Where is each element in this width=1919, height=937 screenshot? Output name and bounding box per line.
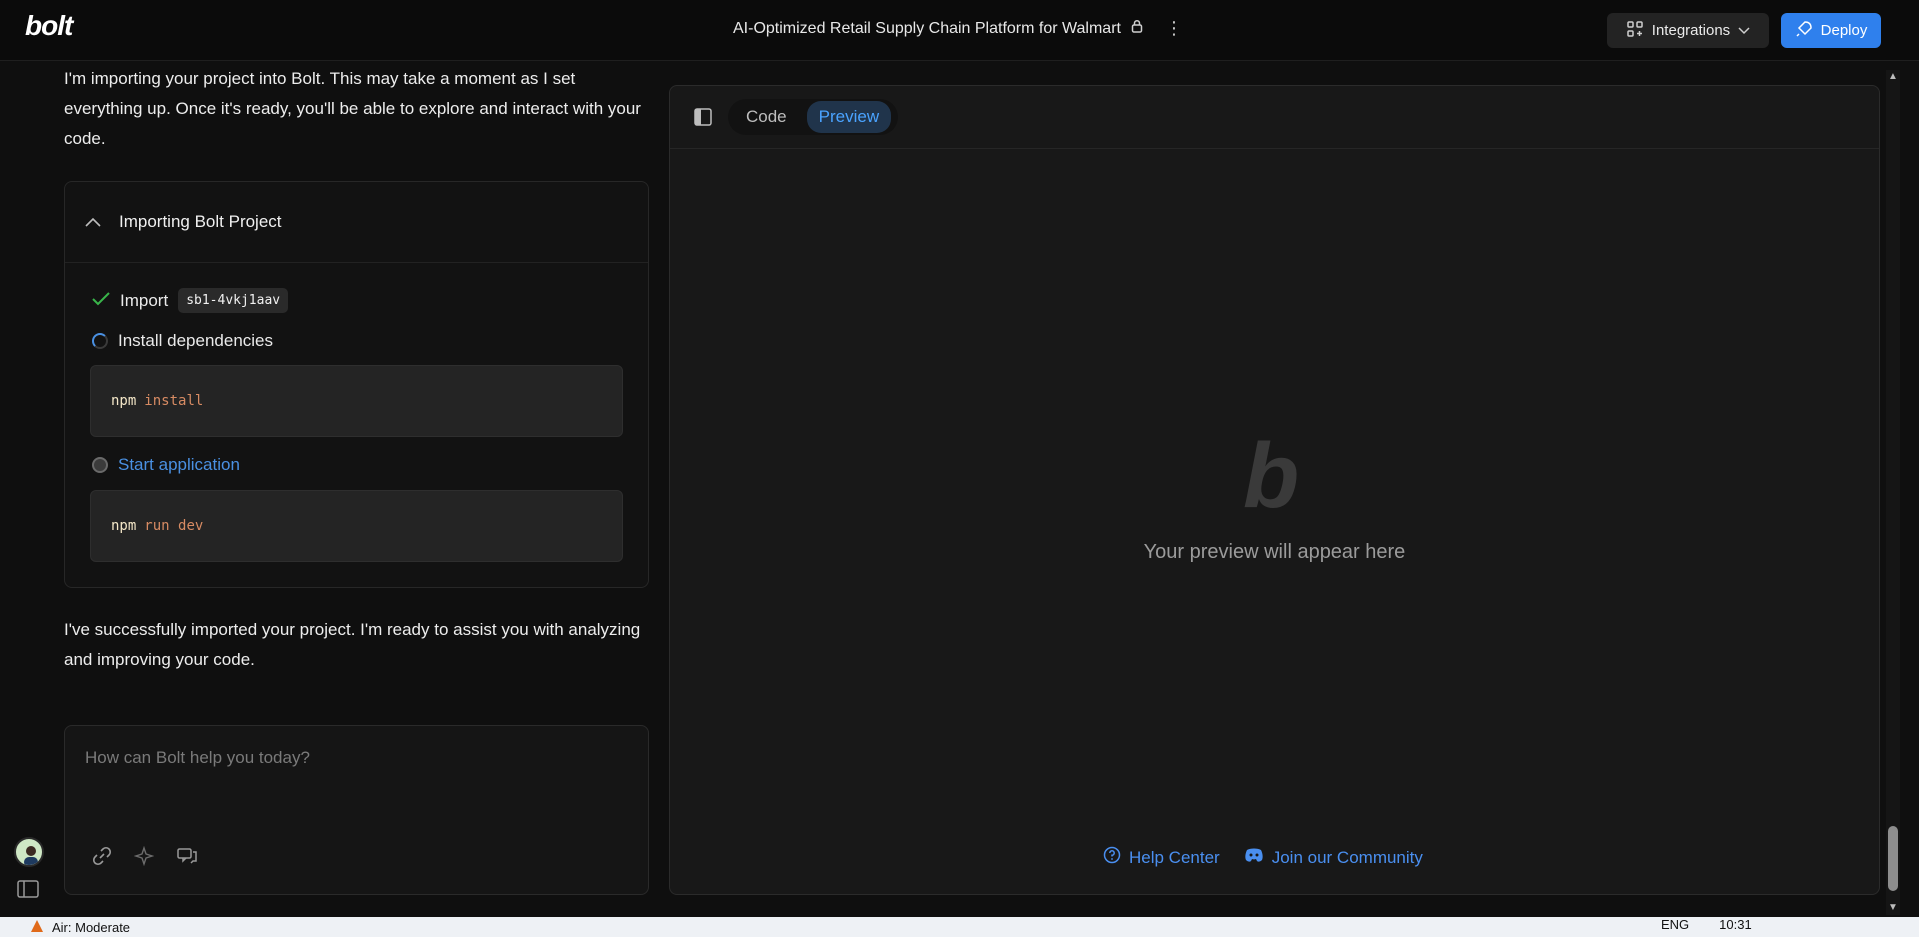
integrations-label: Integrations <box>1651 22 1731 39</box>
sparkle-icon[interactable] <box>133 845 155 867</box>
step-import: Import sb1-4vkj1aav <box>92 288 289 313</box>
weather-widget[interactable]: Air: Moderate <box>30 919 130 936</box>
step-label: Import <box>120 290 169 310</box>
weather-text: Air: Moderate <box>52 920 131 935</box>
loading-spinner-icon <box>92 333 108 349</box>
assistant-intro-message: I'm importing your project into Bolt. Th… <box>64 69 641 148</box>
deploy-label: Deploy <box>1820 22 1868 39</box>
panel-title: Importing Bolt Project <box>119 212 282 231</box>
command-name: npm <box>111 518 137 534</box>
chat-input-placeholder[interactable]: How can Bolt help you today? <box>85 748 310 768</box>
command-args: install <box>144 393 204 409</box>
top-bar: bolt AI-Optimized Retail Supply Chain Pl… <box>0 0 1919 61</box>
help-center-link[interactable]: Help Center <box>1103 846 1220 869</box>
pending-circle-icon <box>92 457 108 473</box>
project-id-badge: sb1-4vkj1aav <box>178 288 289 313</box>
command-block-install: npm install <box>90 365 623 437</box>
project-title-area[interactable]: AI-Optimized Retail Supply Chain Platfor… <box>733 19 1143 38</box>
community-label[interactable]: Join our Community <box>1272 848 1423 868</box>
help-center-label[interactable]: Help Center <box>1129 848 1220 868</box>
preview-placeholder-logo: b <box>1243 425 1300 527</box>
tab-preview[interactable]: Preview <box>806 101 892 133</box>
community-link[interactable]: Join our Community <box>1244 847 1423 868</box>
panel-header[interactable]: Importing Bolt Project <box>65 182 648 263</box>
scrollbar-thumb[interactable] <box>1888 826 1898 891</box>
project-title[interactable]: AI-Optimized Retail Supply Chain Platfor… <box>733 20 1121 38</box>
chat-input-box[interactable]: How can Bolt help you today? <box>64 725 649 895</box>
chevron-down-icon <box>1738 22 1750 39</box>
workbench-panel: Code Preview b Your preview will appear … <box>669 85 1880 895</box>
step-label: Install dependencies <box>118 331 274 350</box>
link-icon[interactable] <box>92 846 112 866</box>
command-args: run dev <box>144 518 204 534</box>
sidebar-toggle-icon[interactable] <box>17 880 39 898</box>
vertical-scrollbar[interactable]: ▲ ▼ <box>1886 70 1900 915</box>
footer-links: Help Center Join our Community <box>1103 846 1423 869</box>
assistant-outro-message: I've successfully imported your project.… <box>64 620 641 669</box>
command-name: npm <box>111 393 137 409</box>
panel-toggle-icon[interactable] <box>694 108 712 126</box>
tab-code[interactable]: Code <box>734 101 799 133</box>
chevron-up-icon[interactable] <box>85 212 101 232</box>
language-indicator[interactable]: ENG <box>1661 917 1689 932</box>
deploy-button[interactable]: Deploy <box>1781 13 1881 48</box>
discord-icon <box>1244 847 1264 868</box>
workbench-toolbar: Code Preview <box>670 86 1879 149</box>
user-avatar[interactable] <box>14 837 44 867</box>
weather-icon <box>30 919 44 936</box>
step-install-dependencies: Install dependencies <box>92 331 273 351</box>
help-circle-icon <box>1103 846 1121 869</box>
integrations-icon <box>1626 20 1644 42</box>
preview-placeholder-text: Your preview will appear here <box>1143 541 1406 563</box>
command-block-start: npm run dev <box>90 490 623 562</box>
lock-icon <box>1131 19 1143 38</box>
import-progress-panel: Importing Bolt Project Import sb1-4vkj1a… <box>64 181 649 588</box>
more-options-icon[interactable]: ⋮ <box>1165 19 1183 39</box>
discuss-icon[interactable] <box>176 846 197 866</box>
scroll-down-arrow-icon[interactable]: ▼ <box>1886 901 1900 915</box>
os-taskbar: Air: Moderate ENG 10:31 <box>0 917 1919 937</box>
input-toolbar <box>92 845 197 867</box>
integrations-button[interactable]: Integrations <box>1607 13 1769 48</box>
system-tray: ENG 10:31 <box>1661 917 1752 932</box>
scroll-up-arrow-icon[interactable]: ▲ <box>1886 70 1900 84</box>
clock[interactable]: 10:31 <box>1719 917 1752 932</box>
bolt-logo[interactable]: bolt <box>25 10 73 42</box>
rocket-icon <box>1795 20 1813 42</box>
step-label[interactable]: Start application <box>118 455 240 475</box>
step-start-application[interactable]: Start application <box>92 455 240 475</box>
check-icon <box>92 291 110 311</box>
view-tabs: Code Preview <box>728 99 898 135</box>
